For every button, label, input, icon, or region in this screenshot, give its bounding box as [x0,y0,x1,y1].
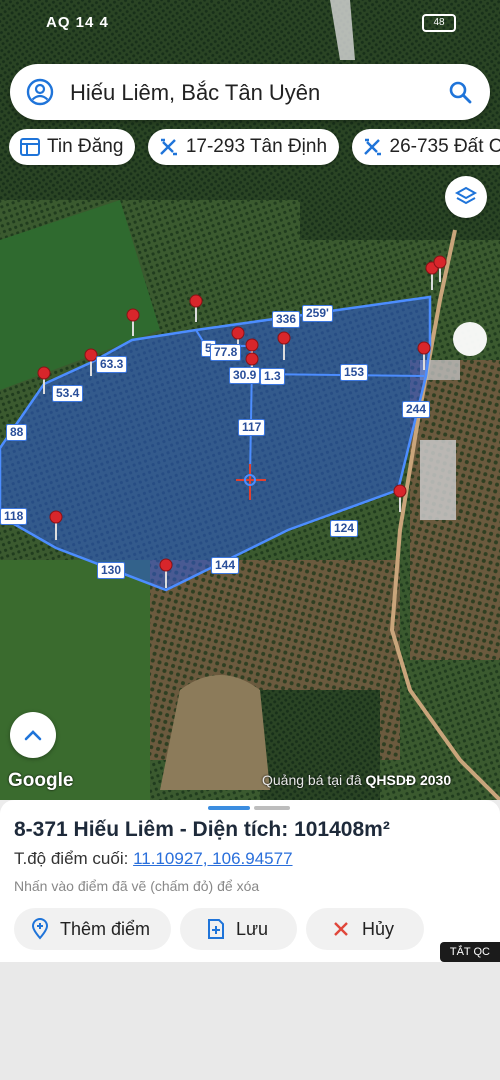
edge-length-label: 1.3 [260,368,285,385]
promo-label: Quảng bá tại đâ [262,772,362,788]
search-bar[interactable]: Hiếu Liêm, Bắc Tân Uyên [10,64,490,120]
cancel-button[interactable]: Hủy [306,908,424,950]
promo-text: Quảng bá tại đâ QHSDĐ 2030 [262,772,451,788]
filter-chips: Tin Đăng 17-293 Tân Định 26-735 Đất C [9,129,500,167]
edge-length-label: 124 [330,520,359,537]
layers-button[interactable] [445,176,487,218]
panel-handle[interactable] [208,806,250,810]
save-button[interactable]: Lưu [180,908,297,950]
edge-length-label: 130 [97,562,126,579]
edge-length-label: 117 [238,419,266,436]
edge-length-label: 144 [211,557,240,574]
edge-length-label: 336 [272,311,301,328]
save-icon [208,919,224,939]
map-view[interactable]: 336 259' 5 77.8 30.9 1.3 153 63.3 53.4 8… [0,0,500,800]
pin-marker [277,331,291,360]
hint-text: Nhấn vào điểm đã vẽ (chấm đỏ) để xóa [14,878,260,894]
edge-length-label: 53.4 [52,385,84,402]
bottom-panel: 8-371 Hiếu Liêm - Diện tích: 101408m² T.… [0,800,500,962]
close-icon [334,922,348,936]
edge-length-label: 259' [302,305,333,322]
chip-plot-2[interactable]: 26-735 Đất C [351,129,500,165]
edge-length-label: 153 [340,364,369,381]
chip-label: Tin Đăng [47,136,124,157]
chip-label: 26-735 Đất C [389,136,500,157]
pin-marker [393,484,407,512]
plot-icon [159,138,177,156]
edge-length-label: 244 [402,401,431,418]
user-icon[interactable] [26,78,54,106]
status-bar-left: AQ 14 4 [46,14,109,31]
pin-marker [49,510,63,540]
collapse-button[interactable] [10,712,56,758]
edge-length-label: 118 [0,508,28,525]
add-point-label: Thêm điểm [60,918,151,939]
edge-length-label: 63.3 [96,356,128,373]
add-pin-icon [31,918,49,940]
chip-tin-dang[interactable]: Tin Đăng [9,129,136,165]
add-point-button[interactable]: Thêm điểm [14,908,171,950]
drag-handle[interactable] [453,322,487,356]
cancel-label: Hủy [362,918,395,939]
listing-icon [20,138,40,156]
chip-label: 17-293 Tân Định [185,136,328,157]
google-logo: Google [8,770,74,791]
pin-marker [159,558,173,588]
coord-label: T.độ điểm cuối: [14,849,129,868]
search-icon[interactable] [446,78,474,106]
layers-icon [454,186,478,205]
pin-marker [37,366,51,394]
close-ad-button[interactable]: TẮT QC [439,942,500,962]
chevron-up-icon [24,730,42,741]
battery-icon: 48 [422,14,456,32]
plot-icon [363,138,381,156]
edge-length-label: 77.8 [210,344,242,361]
pin-marker [417,341,431,370]
pin-marker [189,294,203,322]
ad-area [0,962,500,1080]
pin-marker [126,308,140,336]
edge-length-label: 30.9 [229,367,261,384]
plot-title: 8-371 Hiếu Liêm - Diện tích: 101408m² [14,818,390,841]
coord-row: T.độ điểm cuối: 11.10927, 106.94577 [14,849,293,869]
promo-code: QHSDĐ 2030 [365,772,452,788]
coord-link[interactable]: 11.10927, 106.94577 [133,849,292,868]
edge-length-label: 88 [6,424,28,441]
save-label: Lưu [236,918,269,939]
panel-handle[interactable] [254,806,290,810]
chip-plot-1[interactable]: 17-293 Tân Định [147,129,340,165]
search-input[interactable]: Hiếu Liêm, Bắc Tân Uyên [70,80,320,106]
